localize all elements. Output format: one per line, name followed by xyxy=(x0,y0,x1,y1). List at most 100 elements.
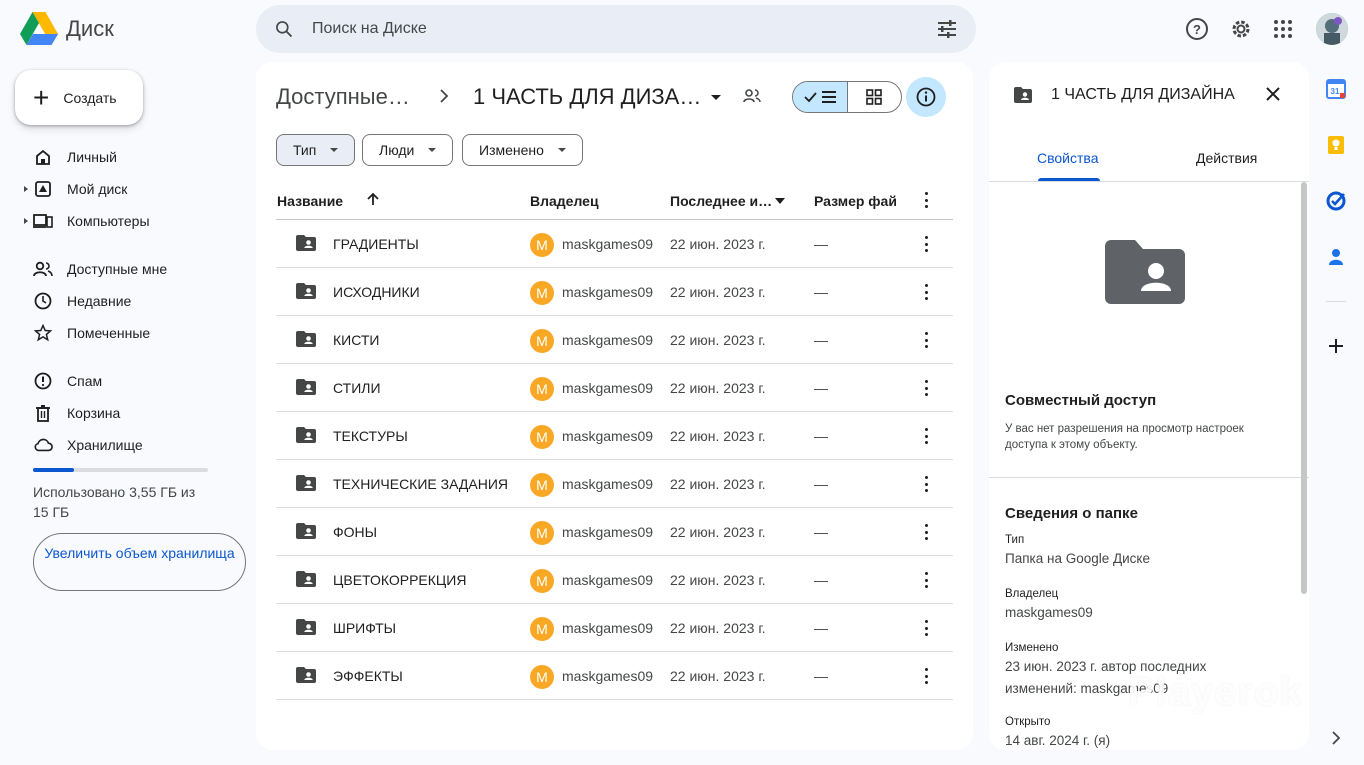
column-size-header[interactable]: Размер фай xyxy=(814,193,897,209)
sidebar-item-shared[interactable]: Доступные мне xyxy=(33,258,167,280)
sidebar-item-starred[interactable]: Помеченные xyxy=(33,322,150,344)
more-actions-icon[interactable] xyxy=(924,668,928,684)
search-options-icon[interactable] xyxy=(936,19,958,39)
file-list-panel: Доступные… 1 ЧАСТЬ ДЛЯ ДИЗА… Тип Люди Из… xyxy=(256,62,973,750)
drive-logo[interactable]: Диск xyxy=(20,12,114,46)
add-addon-icon[interactable] xyxy=(1326,336,1346,356)
upgrade-storage-button[interactable]: Увеличить объем хранилища xyxy=(33,533,246,591)
more-actions-icon[interactable] xyxy=(924,524,928,540)
column-modified-header[interactable]: Последнее и… xyxy=(670,193,772,209)
file-name[interactable]: ТЕХНИЧЕСКИЕ ЗАДАНИЯ xyxy=(333,476,508,492)
search-placeholder[interactable]: Поиск на Диске xyxy=(312,20,427,38)
column-options-icon[interactable] xyxy=(924,192,928,208)
more-actions-icon[interactable] xyxy=(924,380,928,396)
more-actions-icon[interactable] xyxy=(924,428,928,444)
expand-caret-icon[interactable] xyxy=(24,186,28,192)
file-name[interactable]: ГРАДИЕНТЫ xyxy=(333,236,419,252)
drive-icon xyxy=(33,179,53,199)
sort-arrow-up-icon[interactable] xyxy=(366,192,380,206)
sidebar-item-my-drive[interactable]: Мой диск xyxy=(33,178,127,200)
table-row[interactable]: ТЕХНИЧЕСКИЕ ЗАДАНИЯ Mmaskgames09 22 июн. 2… xyxy=(276,460,953,508)
table-row[interactable]: ГРАДИЕНТЫ Mmaskgames09 22 июн. 2023 г. — xyxy=(276,220,953,268)
file-name[interactable]: ФОНЫ xyxy=(333,524,377,540)
file-name[interactable]: КИСТИ xyxy=(333,332,379,348)
sidebar-item-spam[interactable]: Спам xyxy=(33,370,102,392)
field-opened-label: Открыто xyxy=(1005,716,1051,728)
table-row[interactable]: ШРИФТЫ Mmaskgames09 22 июн. 2023 г. — xyxy=(276,604,953,652)
filter-modified-chip[interactable]: Изменено xyxy=(462,134,583,166)
file-name[interactable]: ШРИФТЫ xyxy=(333,620,396,636)
list-view-button[interactable] xyxy=(793,82,848,112)
details-info-button[interactable] xyxy=(906,77,946,117)
settings-gear-icon[interactable] xyxy=(1228,16,1254,42)
breadcrumb-parent[interactable]: Доступные… xyxy=(276,84,410,110)
file-name[interactable]: ИСХОДНИКИ xyxy=(333,284,420,300)
close-icon[interactable] xyxy=(1263,84,1283,104)
table-row[interactable]: СТИЛИ Mmaskgames09 22 июн. 2023 г. — xyxy=(276,364,953,412)
table-header: Название Владелец Последнее и… Размер фа… xyxy=(276,180,953,220)
table-row[interactable]: ЭФФЕКТЫ Mmaskgames09 22 июн. 2023 г. — xyxy=(276,652,953,700)
more-actions-icon[interactable] xyxy=(924,572,928,588)
view-toggle[interactable] xyxy=(792,81,902,113)
filter-people-chip[interactable]: Люди xyxy=(362,134,454,166)
breadcrumb-current[interactable]: 1 ЧАСТЬ ДЛЯ ДИЗА… xyxy=(473,84,722,110)
table-row[interactable]: ИСХОДНИКИ Mmaskgames09 22 июн. 2023 г. — xyxy=(276,268,953,316)
sidebar-item-trash[interactable]: Корзина xyxy=(33,402,120,424)
file-name[interactable]: ЦВЕТОКОРРЕКЦИЯ xyxy=(333,572,466,588)
people-icon xyxy=(33,259,53,279)
column-owner-header[interactable]: Владелец xyxy=(530,193,599,209)
owner-avatar: M xyxy=(530,665,554,689)
file-name[interactable]: СТИЛИ xyxy=(333,380,381,396)
help-icon[interactable]: ? xyxy=(1184,16,1210,42)
more-actions-icon[interactable] xyxy=(924,620,928,636)
spam-icon xyxy=(33,371,53,391)
shared-people-icon[interactable] xyxy=(743,88,761,104)
more-actions-icon[interactable] xyxy=(924,476,928,492)
grid-view-button[interactable] xyxy=(848,82,902,112)
sidebar-item-label: Доступные мне xyxy=(67,261,168,277)
table-row[interactable]: ЦВЕТОКОРРЕКЦИЯ Mmaskgames09 22 июн. 2023 г… xyxy=(276,556,953,604)
search-bar[interactable]: Поиск на Диске xyxy=(256,5,976,53)
filter-type-chip[interactable]: Тип xyxy=(276,134,356,166)
create-label: Создать xyxy=(63,89,117,106)
apps-grid-icon[interactable] xyxy=(1270,16,1296,42)
table-row[interactable]: ФОНЫ Mmaskgames09 22 июн. 2023 г. — xyxy=(276,508,953,556)
sidebar-item-label: Хранилище xyxy=(67,437,143,453)
more-actions-icon[interactable] xyxy=(924,284,928,300)
create-button[interactable]: + Создать xyxy=(15,70,143,125)
contacts-icon[interactable] xyxy=(1326,247,1346,267)
file-size: — xyxy=(814,236,828,252)
sidebar-item-recent[interactable]: Недавние xyxy=(33,290,131,312)
chevron-right-icon[interactable] xyxy=(1326,728,1346,748)
expand-caret-icon[interactable] xyxy=(24,218,28,224)
file-name[interactable]: ТЕКСТУРЫ xyxy=(333,428,408,444)
details-scrollbar[interactable] xyxy=(1301,182,1307,594)
owner-name: maskgames09 xyxy=(562,668,654,684)
sidebar-item-personal[interactable]: Личный xyxy=(33,146,117,168)
keep-icon[interactable] xyxy=(1326,135,1346,155)
tab-activity[interactable]: Действия xyxy=(1196,150,1257,166)
shared-folder-icon xyxy=(295,522,317,543)
table-row[interactable]: ТЕКСТУРЫ Mmaskgames09 22 июн. 2023 г. — xyxy=(276,412,953,460)
file-name[interactable]: ЭФФЕКТЫ xyxy=(333,668,403,684)
clock-icon xyxy=(33,291,53,311)
chevron-down-icon[interactable] xyxy=(775,198,785,204)
more-actions-icon[interactable] xyxy=(924,236,928,252)
account-avatar[interactable] xyxy=(1316,13,1348,45)
calendar-icon[interactable]: 31 xyxy=(1326,79,1346,99)
owner-name: maskgames09 xyxy=(562,380,654,396)
sidebar-item-storage[interactable]: Хранилище xyxy=(33,434,143,456)
sidebar-item-computers[interactable]: Компьютеры xyxy=(33,210,150,232)
home-icon xyxy=(33,147,53,167)
tasks-icon[interactable] xyxy=(1326,191,1346,211)
app-title: Диск xyxy=(66,16,114,41)
owner-name: maskgames09 xyxy=(562,332,654,348)
column-name-header[interactable]: Название xyxy=(277,193,343,209)
shared-folder-icon xyxy=(295,282,317,303)
file-size: — xyxy=(814,572,828,588)
sidebar-item-label: Недавние xyxy=(67,293,132,309)
table-row[interactable]: КИСТИ Mmaskgames09 22 июн. 2023 г. — xyxy=(276,316,953,364)
search-icon[interactable] xyxy=(274,19,294,39)
tab-properties[interactable]: Свойства xyxy=(1037,150,1098,166)
more-actions-icon[interactable] xyxy=(924,332,928,348)
